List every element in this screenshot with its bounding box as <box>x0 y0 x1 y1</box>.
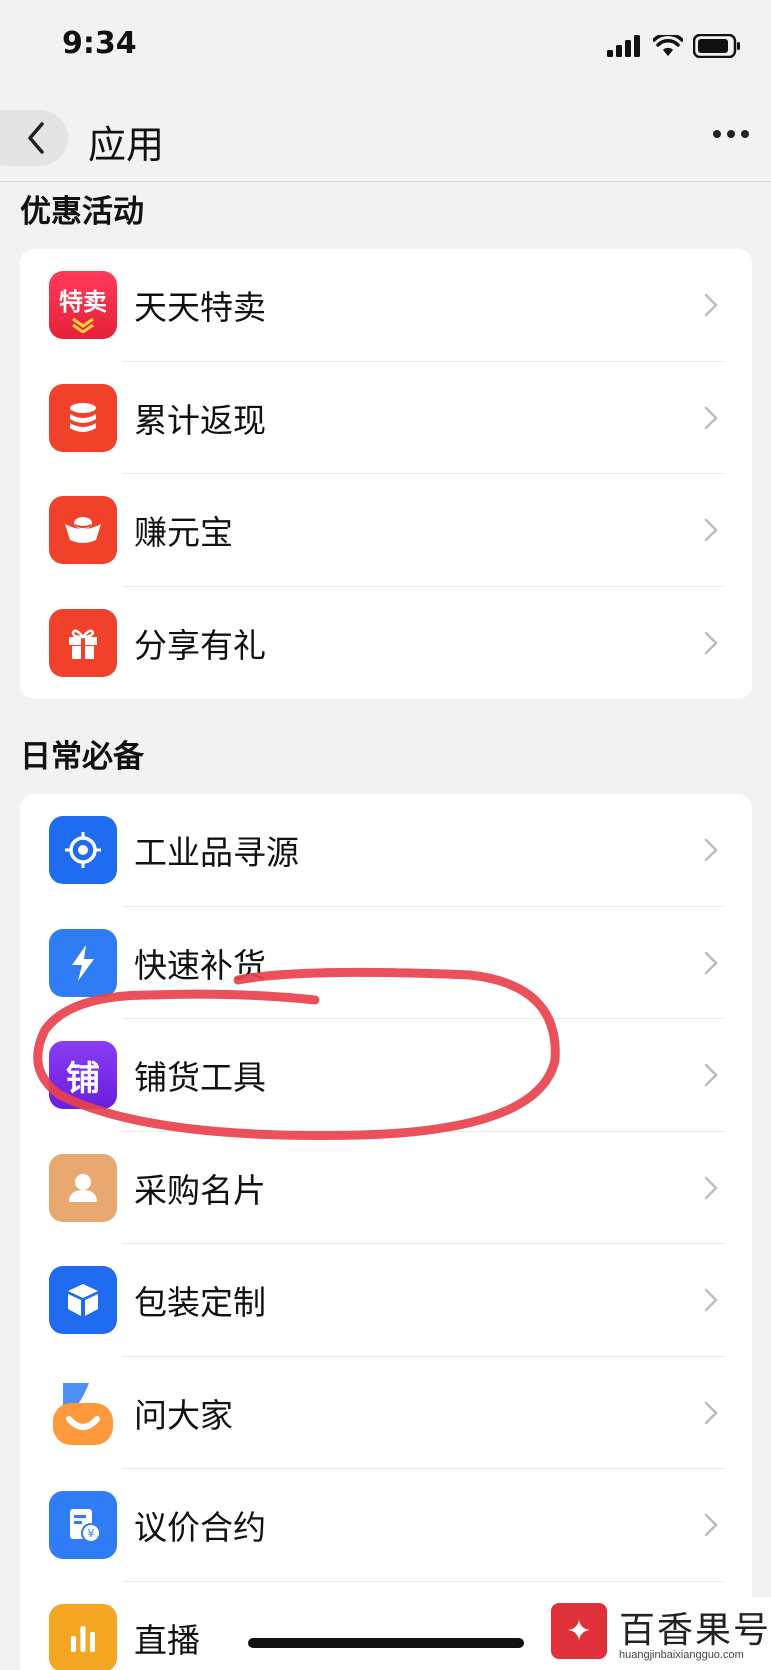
list-item-label: 铺货工具 <box>134 1058 266 1098</box>
list-item-label: 工业品寻源 <box>134 833 299 873</box>
list-item-te-mai[interactable]: 特卖 天天特卖 <box>20 249 752 362</box>
status-time: 9:34 <box>62 26 137 61</box>
list-item-label: 累计返现 <box>134 400 266 440</box>
status-icons <box>607 34 741 58</box>
list-item-distribution-tool[interactable]: 铺 铺货工具 <box>20 1019 752 1132</box>
chat-smile-icon <box>49 1379 117 1447</box>
list-item-packaging-custom[interactable]: 包装定制 <box>20 1244 752 1357</box>
list-item-label: 快速补货 <box>134 945 266 985</box>
chevron-right-icon <box>704 294 718 317</box>
home-indicator <box>248 1638 524 1648</box>
contract-icon: ¥ <box>49 1491 117 1560</box>
chevron-left-icon <box>28 122 44 154</box>
pu-icon: 铺 <box>49 1041 117 1110</box>
watermark-logo-icon: ✦ <box>551 1603 607 1659</box>
chevron-right-icon <box>704 839 718 862</box>
chevron-right-icon <box>704 1401 718 1424</box>
pu-icon-text: 铺 <box>66 1058 100 1099</box>
list-item-ask-everyone[interactable]: 问大家 <box>20 1357 752 1469</box>
te-mai-icon: 特卖 <box>49 271 117 340</box>
section-title-promotions: 优惠活动 <box>20 194 144 230</box>
chevron-right-icon <box>704 951 718 974</box>
more-button[interactable] <box>713 130 749 138</box>
chevron-right-icon <box>704 1514 718 1537</box>
live-bars-icon <box>49 1603 117 1670</box>
list-item-share-gift[interactable]: 分享有礼 <box>20 587 752 700</box>
te-mai-icon-text: 特卖 <box>59 287 107 316</box>
page-title: 应用 <box>88 123 165 167</box>
chevron-right-icon <box>704 1176 718 1199</box>
more-dot <box>741 130 749 138</box>
gold-ingot-icon <box>49 496 117 565</box>
crosshair-icon <box>49 816 117 885</box>
list-item-quick-restock[interactable]: 快速补货 <box>20 907 752 1019</box>
nav-bar: 应用 <box>0 100 771 182</box>
watermark: ✦ 百香果号 huangjinbaixiangguo.com <box>539 1597 771 1670</box>
list-item-cumulative-cashback[interactable]: 累计返现 <box>20 362 752 474</box>
list-item-purchase-card[interactable]: 采购名片 <box>20 1132 752 1244</box>
list-item-label: 天天特卖 <box>134 288 266 328</box>
chevron-right-icon <box>704 631 718 654</box>
list-item-label: 赚元宝 <box>134 513 233 553</box>
daily-card: 工业品寻源 快速补货 铺 铺货工具 采购名片 包装定制 问大家 ¥ 议价合约 直… <box>20 794 752 1670</box>
more-dot <box>727 130 735 138</box>
status-bar: 9:34 <box>0 0 771 96</box>
list-item-earn-ingots[interactable]: 赚元宝 <box>20 474 752 587</box>
promotions-card: 特卖 天天特卖 累计返现 赚元宝 分享有礼 <box>20 249 752 699</box>
list-item-industrial-sourcing[interactable]: 工业品寻源 <box>20 794 752 907</box>
more-dot <box>713 130 721 138</box>
chevron-right-icon <box>704 406 718 429</box>
wifi-icon <box>653 35 683 56</box>
svg-text:¥: ¥ <box>88 1527 95 1540</box>
watermark-url: huangjinbaixiangguo.com <box>619 1649 744 1661</box>
list-item-label: 包装定制 <box>134 1283 266 1323</box>
list-item-price-contract[interactable]: ¥ 议价合约 <box>20 1469 752 1582</box>
watermark-title: 百香果号 <box>619 1610 771 1651</box>
back-button[interactable] <box>0 110 68 166</box>
person-card-icon <box>49 1153 117 1222</box>
list-item-label: 议价合约 <box>134 1508 266 1548</box>
gift-icon <box>49 608 117 677</box>
list-item-label: 采购名片 <box>134 1170 266 1210</box>
chevron-right-icon <box>704 519 718 542</box>
cellular-signal-icon <box>607 35 640 57</box>
list-item-label: 分享有礼 <box>134 625 266 665</box>
lightning-icon <box>49 928 117 997</box>
coin-stack-icon <box>49 383 117 452</box>
chevron-right-icon <box>704 1289 718 1312</box>
list-item-label: 直播 <box>134 1620 200 1660</box>
section-title-daily: 日常必备 <box>20 739 144 775</box>
battery-icon <box>693 34 740 58</box>
list-item-label: 问大家 <box>134 1395 233 1435</box>
chevron-right-icon <box>704 1064 718 1087</box>
box-icon <box>49 1266 117 1335</box>
